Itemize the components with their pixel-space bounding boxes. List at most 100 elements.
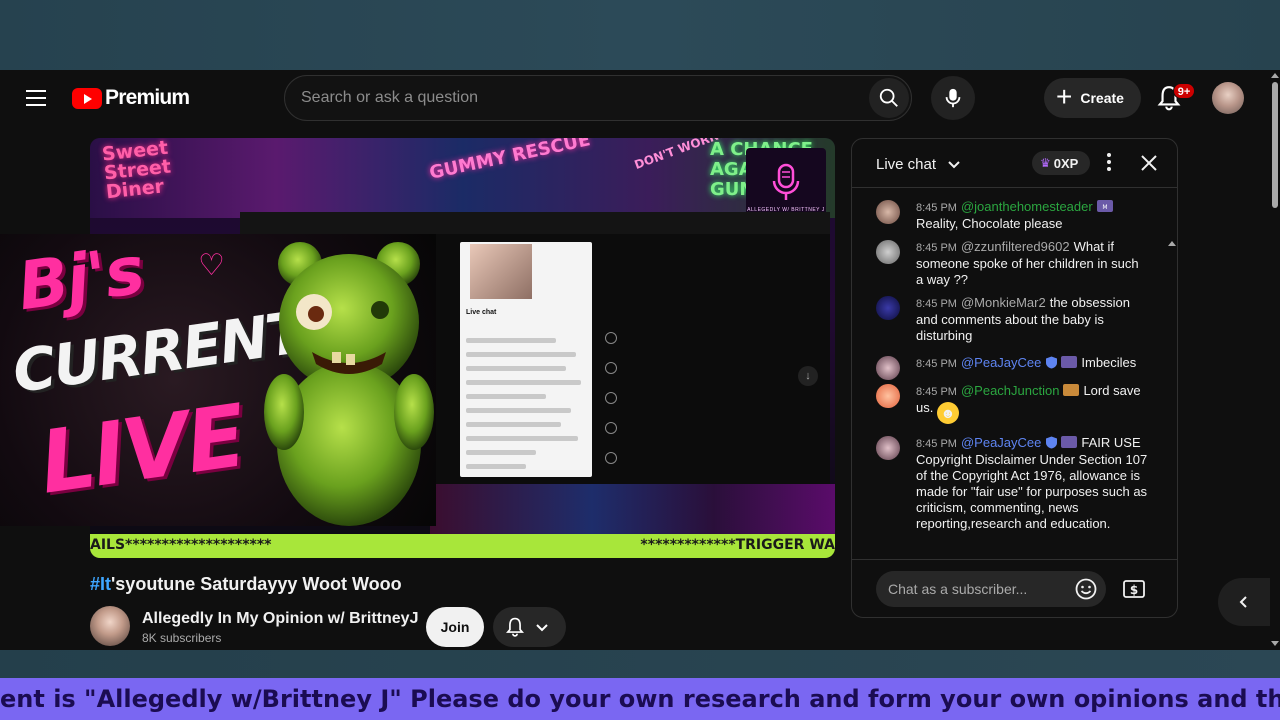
crown-icon: ♛ [1040,156,1051,170]
chat-message: 8:45 PM @zzunfiltered9602 What if someone … [876,239,1148,288]
heart-icon: ♡ [198,249,225,282]
xp-value: 0XP [1053,155,1079,171]
close-icon[interactable] [1139,153,1159,173]
chat-avatar [876,356,900,380]
podcast-microphone-icon [772,163,800,200]
overlay-title-line3: LIVE [34,386,251,514]
warning-strip-right: *************TRIGGER WA [640,537,835,553]
shared-screen-chat: Live chat [460,242,592,477]
chat-author[interactable]: @PeaJayCee [961,355,1041,370]
chat-time: 8:45 PM [916,386,957,398]
chat-input-box [876,571,1106,607]
chat-time: 8:45 PM [916,358,957,370]
overlay-title-line1: Bj's [13,234,148,326]
video-title: #It'syoutune Saturdayyy Woot Wooo [90,574,402,595]
chevron-down-icon [536,624,548,632]
chat-message: 8:45 PM @MonkieMar2 the obsession and comm… [876,295,1148,344]
laughing-emoji-icon: ☻ [936,402,959,424]
page-scroll-up[interactable] [1271,73,1279,78]
search-input[interactable] [301,86,861,110]
chat-text: Imbeciles [1081,355,1137,370]
search-button[interactable] [869,78,909,118]
disclaimer-ticker: ent is "Allegedly w/Brittney J" Please d… [0,678,1280,720]
chevron-left-icon [1239,596,1247,608]
chat-author[interactable]: @PeaJayCee [961,435,1041,450]
chat-input[interactable] [888,580,1058,598]
more-options-icon[interactable] [1101,153,1117,173]
video-title-text: 'syoutune Saturdayyy Woot Wooo [111,574,402,594]
chat-author[interactable]: @zzunfiltered9602 [961,239,1070,254]
chat-avatar [876,384,900,408]
chat-message: 8:45 PM @PeachJunction Lord save us. ☻ [876,383,1148,424]
chat-message: 8:45 PM @PeaJayCee Imbeciles [876,355,1148,380]
subscription-notifications-button[interactable] [493,607,566,647]
shared-screen-photo [470,244,532,299]
chat-input-area: $ [852,559,1177,617]
microphone-icon [945,88,961,108]
chat-message-list[interactable]: 8:45 PM @joanthehomesteader M Reality, Cho… [852,189,1177,559]
chat-time: 8:45 PM [916,298,957,310]
account-avatar[interactable] [1212,82,1244,114]
hashtag-link[interactable]: #It [90,574,111,594]
svg-text:$: $ [1130,583,1138,597]
youtube-play-icon [72,87,102,109]
live-chat-title[interactable]: Live chat [876,156,936,173]
member-badge-icon: M [1096,200,1113,212]
video-banner-art: Sweet Street Diner GUMMY RESCUE DON'T WORR… [90,138,835,218]
chat-author[interactable]: @MonkieMar2 [961,295,1046,310]
shared-screen-chat-title: Live chat [466,309,497,316]
member-badge-icon [1061,436,1078,448]
live-chat-panel: Live chat ♛ 0XP 8:45 PM @joanthehomestead… [851,138,1178,618]
warning-strip-left: AILS******************** [90,537,272,553]
shared-screen-topbar [240,212,830,234]
bell-icon [506,617,524,637]
banner-diner-sign: Sweet Street Diner [100,138,172,204]
gummy-scene-art [430,484,835,534]
youtube-logo[interactable]: Premium [72,86,190,109]
xp-button[interactable]: ♛ 0XP [1032,151,1090,175]
pip-thumbnail-overlay: Bj's ♡ CURRENT LIVE [0,234,436,526]
page-scrollbar[interactable] [1270,70,1280,650]
chat-avatar [876,296,900,320]
member-badge-icon [1061,356,1078,368]
verified-shield-icon [1046,356,1058,369]
chat-scroll-up[interactable] [1168,241,1176,246]
chat-avatar [876,240,900,264]
collapse-sidebar-button[interactable] [1218,578,1270,626]
page-scroll-down[interactable] [1271,641,1279,646]
chat-time: 8:45 PM [916,438,957,450]
chat-avatar [876,200,900,224]
banner-gummy-sign: GUMMY RESCUE [427,138,593,184]
create-label: Create [1080,90,1124,106]
channel-name[interactable]: Allegedly In My Opinion w/ BrittneyJ [142,610,418,628]
chat-text: Reality, Chocolate please [916,216,1063,231]
gummy-bear-image [264,242,434,526]
svg-text:M: M [1102,204,1107,211]
chat-time: 8:45 PM [916,242,957,254]
disclaimer-ticker-text: ent is "Allegedly w/Brittney J" Please d… [0,685,1280,713]
youtube-window: Premium + Create [0,70,1280,650]
emoji-picker-icon[interactable] [1075,578,1097,600]
chat-author[interactable]: @PeachJunction [961,383,1059,398]
subscriber-count: 8K subscribers [142,631,222,645]
create-button[interactable]: + Create [1044,78,1141,118]
search-box [284,75,912,121]
chevron-down-icon[interactable] [947,158,961,172]
search-icon [879,88,898,107]
menu-icon[interactable] [26,90,46,106]
desktop-top-band [0,0,1280,70]
masthead: Premium + Create [0,70,1280,126]
voice-search-button[interactable] [931,76,975,120]
logo-text: Premium [105,86,190,109]
page-scrollbar-thumb[interactable] [1272,82,1278,208]
super-chat-icon[interactable]: $ [1122,578,1146,600]
channel-avatar[interactable] [90,606,130,646]
join-button[interactable]: Join [426,607,484,647]
shared-screen-side-icons [600,332,622,472]
desktop-bottom-band [0,650,1280,678]
chat-author[interactable]: @joanthehomesteader [961,199,1093,214]
verified-shield-icon [1046,436,1058,449]
chat-time: 8:45 PM [916,202,957,214]
notification-count-badge: 9+ [1173,83,1195,99]
warning-strip: AILS******************** *************TR… [90,534,835,558]
